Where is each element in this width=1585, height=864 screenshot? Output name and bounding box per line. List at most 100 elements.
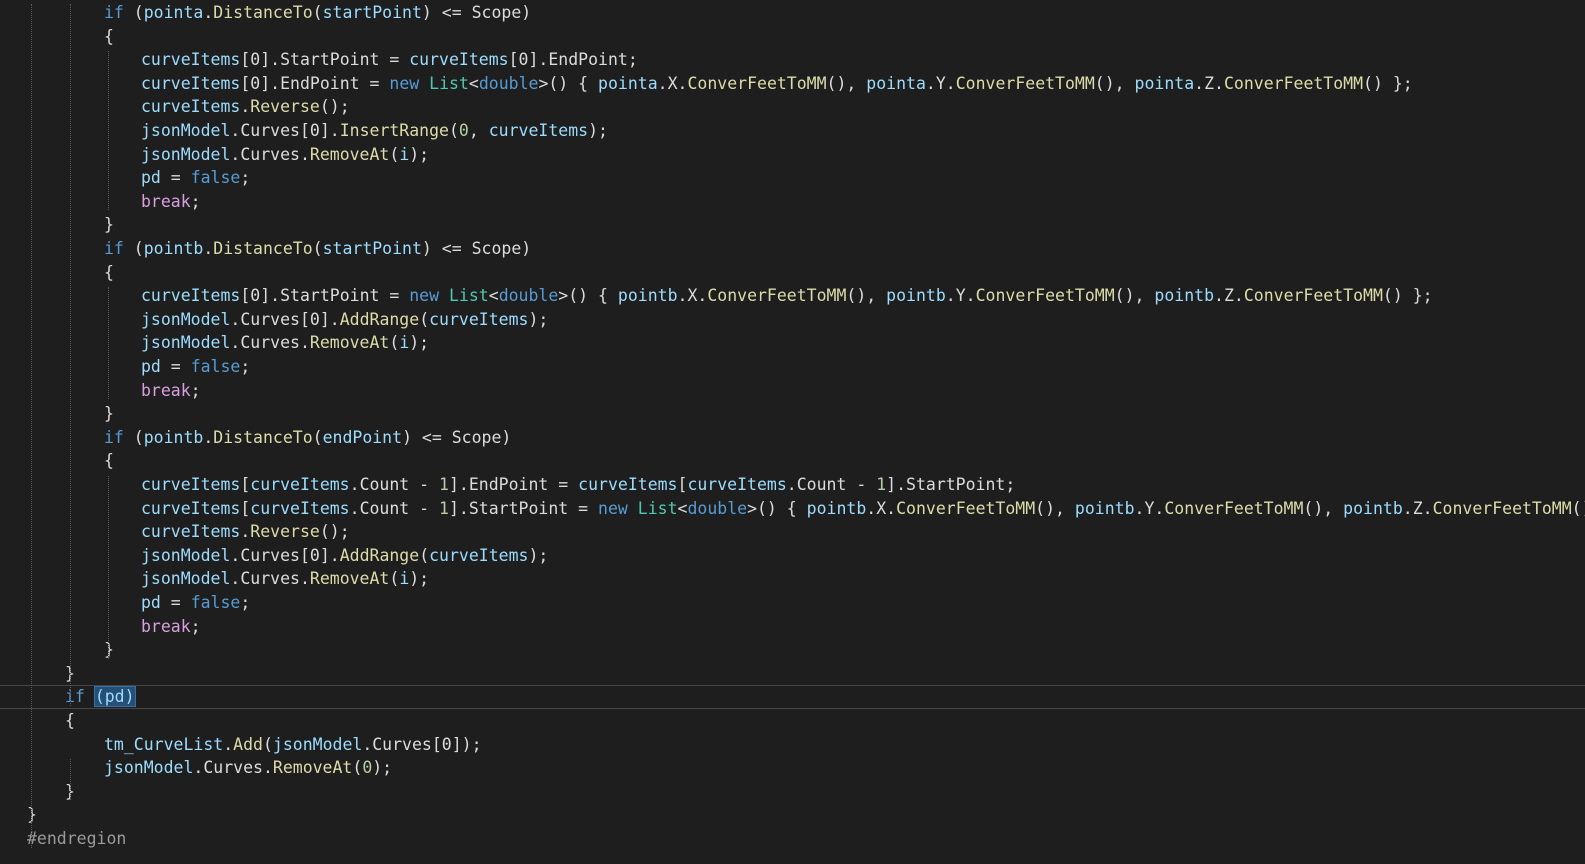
code-line[interactable]: #endregion (0, 827, 1585, 851)
code-line[interactable]: curveItems[0].StartPoint = curveItems[0]… (0, 48, 1585, 72)
punctuation-token: . (203, 3, 214, 22)
method-token: RemoveAt (309, 333, 390, 353)
code-editor[interactable]: if (pointa.DistanceTo(startPoint) <= Sco… (0, 0, 1585, 864)
punctuation-token: . (677, 286, 688, 306)
code-line[interactable]: jsonModel.Curves.RemoveAt(i); (0, 567, 1585, 591)
punctuation-token: ( (123, 3, 144, 22)
punctuation-token (85, 687, 95, 706)
method-token: ConverFeetToMM (687, 73, 827, 93)
code-line[interactable]: curveItems[0].StartPoint = new List<doub… (0, 284, 1585, 308)
punctuation-token: . (965, 286, 976, 306)
punctuation-token: ) <= (402, 427, 452, 447)
punctuation-token: ); (588, 121, 608, 140)
code-text: { (104, 25, 114, 49)
punctuation-token: ) (521, 239, 532, 258)
punctuation-token: >() { (747, 498, 807, 518)
punctuation-token: . (1194, 73, 1205, 93)
identifier-token: jsonModel (141, 333, 231, 353)
code-line[interactable]: pd = false; (0, 591, 1585, 615)
identifier-token: jsonModel (141, 121, 231, 140)
code-line[interactable]: break; (0, 190, 1585, 214)
punctuation-token: [0]. (240, 50, 281, 70)
property-token: Curves (240, 569, 300, 589)
code-line[interactable]: jsonModel.Curves.RemoveAt(i); (0, 143, 1585, 167)
code-line[interactable]: if (pointb.DistanceTo(startPoint) <= Sco… (0, 237, 1585, 261)
indent-guide (108, 287, 109, 400)
identifier-token: pointa (598, 73, 658, 93)
identifier-token: startPoint (322, 239, 422, 258)
identifier-token: i (399, 333, 410, 353)
code-line[interactable]: pd = false; (0, 355, 1585, 379)
keyword-token: new (409, 286, 440, 306)
code-line[interactable]: break; (0, 615, 1585, 639)
property-token: StartPoint (280, 286, 380, 306)
identifier-token: curveItems (141, 73, 241, 93)
code-text: curveItems[curveItems.Count - 1].StartPo… (141, 497, 1585, 521)
keyword-token: double (478, 73, 539, 93)
identifier-token: curveItems (429, 309, 529, 329)
identifier-token: endPoint (322, 427, 403, 447)
punctuation-token: ; (240, 593, 251, 612)
code-line[interactable]: jsonModel.Curves[0].AddRange(curveItems)… (0, 544, 1585, 568)
number-token: 1 (439, 475, 449, 494)
punctuation-token: . (945, 286, 956, 306)
code-line[interactable]: } (0, 780, 1585, 804)
code-line[interactable]: jsonModel.Curves[0].InsertRange(0, curve… (0, 119, 1585, 143)
punctuation-token: = (548, 475, 579, 494)
current-code-line[interactable]: if (pd) (0, 685, 1585, 709)
identifier-token: pointb (1343, 498, 1403, 518)
identifier-token: jsonModel (141, 569, 231, 589)
code-text: jsonModel.Curves.RemoveAt(i); (141, 143, 429, 167)
punctuation-token: ) (521, 3, 532, 22)
punctuation-token: . (1233, 286, 1244, 306)
code-text: if (pointb.DistanceTo(endPoint) <= Scope… (104, 426, 511, 450)
code-text: if (pointa.DistanceTo(startPoint) <= Sco… (104, 1, 531, 25)
property-token: Y (935, 73, 946, 93)
code-line[interactable]: } (0, 213, 1585, 237)
code-line[interactable]: jsonModel.Curves.RemoveAt(i); (0, 331, 1585, 355)
code-line[interactable]: { (0, 261, 1585, 285)
keyword-token: if (104, 427, 124, 447)
matched-paren-highlight: (pd) (93, 686, 136, 708)
punctuation-token: [ (240, 498, 251, 518)
property-token: Scope (471, 239, 522, 258)
punctuation-token: ]. (886, 475, 907, 494)
code-line[interactable]: curveItems[0].EndPoint = new List<double… (0, 72, 1585, 96)
method-token: ConverFeetToMM (896, 498, 1036, 518)
method-token: ConverFeetToMM (955, 73, 1095, 93)
code-line[interactable]: { (0, 449, 1585, 473)
identifier-token: curveItems (141, 498, 241, 518)
code-line[interactable]: { (0, 709, 1585, 733)
punctuation-token (628, 499, 638, 518)
punctuation-token: (); (319, 97, 350, 117)
punctuation-token: = (160, 593, 191, 612)
identifier-token: i (399, 144, 410, 164)
code-line[interactable]: curveItems[curveItems.Count - 1].EndPoin… (0, 473, 1585, 497)
code-line[interactable]: curveItems.Reverse(); (0, 95, 1585, 119)
property-token: StartPoint (468, 498, 569, 518)
code-line[interactable]: if (pointb.DistanceTo(endPoint) <= Scope… (0, 426, 1585, 450)
code-line[interactable]: } (0, 662, 1585, 686)
punctuation-token: ) <= (421, 3, 472, 22)
code-line[interactable]: curveItems[curveItems.Count - 1].StartPo… (0, 497, 1585, 521)
punctuation-token: = (160, 357, 191, 376)
code-line[interactable]: } (0, 638, 1585, 662)
identifier-token: curveItems (141, 522, 241, 542)
indent-guide (108, 476, 109, 659)
code-line[interactable]: curveItems.Reverse(); (0, 520, 1585, 544)
code-line[interactable]: { (0, 25, 1585, 49)
code-line[interactable]: tm_CurveList.Add(jsonModel.Curves[0]); (0, 733, 1585, 757)
code-line[interactable]: jsonModel.Curves[0].AddRange(curveItems)… (0, 308, 1585, 332)
code-line[interactable]: pd = false; (0, 166, 1585, 190)
code-line[interactable]: if (pointa.DistanceTo(startPoint) <= Sco… (0, 1, 1585, 25)
code-line[interactable]: } (0, 402, 1585, 426)
identifier-token: pointb (1074, 498, 1135, 518)
identifier-token: pointb (617, 286, 678, 306)
method-token: InsertRange (339, 121, 449, 140)
property-token: Curves (203, 758, 263, 778)
code-line[interactable]: jsonModel.Curves.RemoveAt(0); (0, 756, 1585, 780)
code-line[interactable]: break; (0, 379, 1585, 403)
code-line[interactable]: } (0, 803, 1585, 827)
punctuation-token: (), (1094, 73, 1135, 93)
punctuation-token: . (230, 569, 241, 589)
